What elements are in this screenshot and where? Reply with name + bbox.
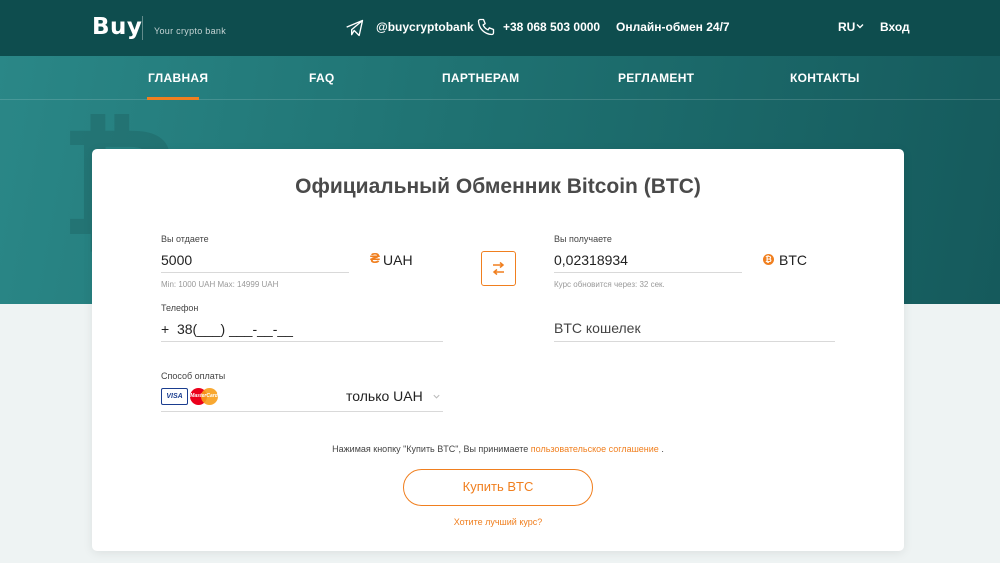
login-link[interactable]: Вход: [880, 20, 910, 34]
language-selector[interactable]: RU: [838, 20, 855, 34]
payment-method-label: Способ оплаты: [161, 371, 226, 381]
receive-amount-input[interactable]: 0,02318934: [554, 252, 628, 268]
receive-underline: [554, 272, 742, 273]
telegram-icon[interactable]: [345, 18, 365, 38]
phone-input[interactable]: + 38(___) ___-__-__: [161, 321, 293, 337]
better-rate-link[interactable]: Хотите лучший курс?: [92, 517, 904, 527]
rate-refresh-timer: Курс обновится через: 32 сек.: [554, 280, 665, 289]
logo-divider: [142, 16, 143, 40]
give-amount-input[interactable]: 5000: [161, 252, 192, 268]
phone-icon: [477, 18, 495, 36]
wallet-underline: [554, 341, 835, 342]
exchange-card: Официальный Обменник Bitcoin (BTC) Вы от…: [92, 149, 904, 551]
agreement-suffix: .: [658, 444, 664, 454]
nav-item-partners[interactable]: ПАРТНЕРАМ: [442, 71, 519, 85]
mastercard-label: MasterCard: [190, 393, 218, 399]
receive-currency[interactable]: BTC: [779, 252, 807, 268]
chevron-down-icon[interactable]: [855, 21, 865, 31]
page-title: Официальный Обменник Bitcoin (BTC): [295, 175, 701, 198]
swap-button[interactable]: [481, 251, 516, 286]
btc-wallet-input[interactable]: BTC кошелек: [554, 320, 641, 336]
nav-item-contacts[interactable]: КОНТАКТЫ: [790, 71, 860, 85]
swap-icon: [492, 261, 505, 276]
telegram-link[interactable]: @buycryptobank: [376, 20, 474, 34]
hryvnia-icon: ₴: [370, 250, 381, 267]
receive-label: Вы получаете: [554, 234, 612, 244]
mastercard-logo: MasterCard: [190, 388, 218, 405]
give-label: Вы отдаете: [161, 234, 209, 244]
online-exchange-label: Онлайн-обмен 24/7: [616, 20, 730, 34]
payment-underline: [161, 411, 443, 412]
visa-logo: VISA: [161, 388, 188, 405]
user-agreement-link[interactable]: пользовательское соглашение: [531, 444, 659, 454]
phone-label: Телефон: [161, 303, 199, 313]
top-header: Buy Your crypto bank @buycryptobank +38 …: [0, 0, 1000, 56]
logo[interactable]: Buy: [92, 14, 142, 40]
give-limits: Min: 1000 UAH Max: 14999 UAH: [161, 280, 279, 289]
bitcoin-icon: ₿: [763, 254, 774, 265]
agreement-text: Нажимая кнопку "Купить BTC", Вы принимае…: [92, 444, 904, 454]
payment-method-select[interactable]: только UAH: [346, 388, 423, 404]
agreement-prefix: Нажимая кнопку "Купить BTC", Вы принимае…: [332, 444, 529, 454]
nav-active-indicator: [147, 97, 199, 100]
give-currency[interactable]: UAH: [383, 252, 413, 268]
phone-number[interactable]: +38 068 503 0000: [503, 20, 600, 34]
nav-item-faq[interactable]: FAQ: [309, 71, 335, 85]
give-underline: [161, 272, 349, 273]
chevron-down-icon[interactable]: [432, 392, 441, 401]
buy-btc-button[interactable]: Купить BTC: [403, 469, 593, 506]
phone-underline: [161, 341, 443, 342]
nav-item-home[interactable]: ГЛАВНАЯ: [148, 71, 208, 85]
nav-item-rules[interactable]: РЕГЛАМЕНТ: [618, 71, 694, 85]
tagline: Your crypto bank: [154, 26, 227, 36]
